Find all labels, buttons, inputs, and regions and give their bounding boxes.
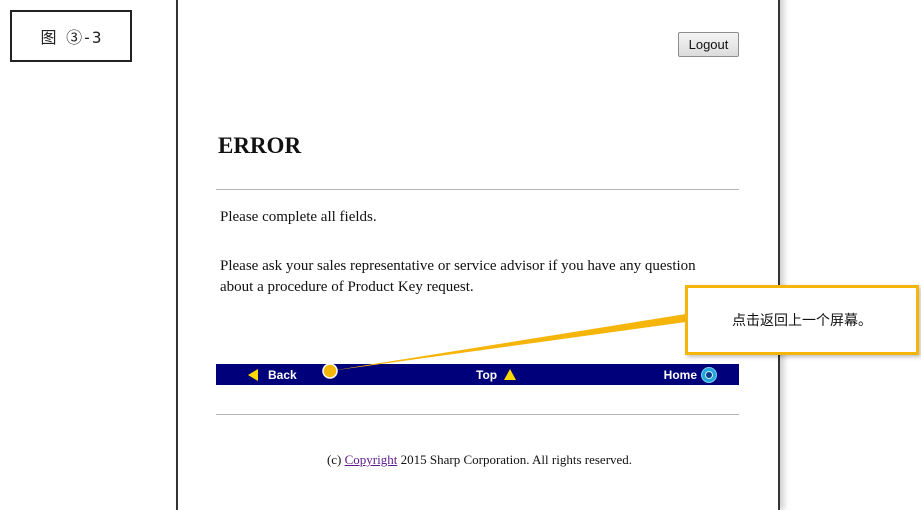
copyright-link[interactable]: Copyright <box>345 452 398 467</box>
callout-box: 点击返回上一个屏幕。 <box>685 285 919 355</box>
divider-top <box>216 189 739 190</box>
error-message: Please complete all fields. <box>220 209 377 225</box>
help-message: Please ask your sales representative or … <box>220 258 696 295</box>
home-label: Home <box>663 367 697 382</box>
home-circle-icon <box>701 366 717 383</box>
triangle-up-icon <box>504 369 517 380</box>
copyright-prefix: (c) <box>326 452 342 467</box>
page-title: ERROR <box>218 133 302 158</box>
callout-text: 点击返回上一个屏幕。 <box>732 313 872 329</box>
back-label: Back <box>268 367 297 382</box>
top-label: Top <box>476 367 498 382</box>
divider-bottom <box>216 414 739 415</box>
back-link[interactable]: Back <box>248 364 297 385</box>
copyright-suffix: 2015 Sharp Corporation. All rights reser… <box>400 452 633 467</box>
copyright-footer: (c) Copyright 2015 Sharp Corporation. Al… <box>0 452 921 468</box>
navigation-bar: Back Top Home <box>216 364 739 385</box>
logout-button[interactable]: Logout <box>678 32 739 57</box>
home-link[interactable]: Home <box>664 364 717 385</box>
top-link[interactable]: Top <box>476 364 517 385</box>
browser-page <box>176 0 780 510</box>
triangle-left-icon <box>248 368 258 381</box>
figure-label: 图 ③-3 <box>10 10 132 62</box>
